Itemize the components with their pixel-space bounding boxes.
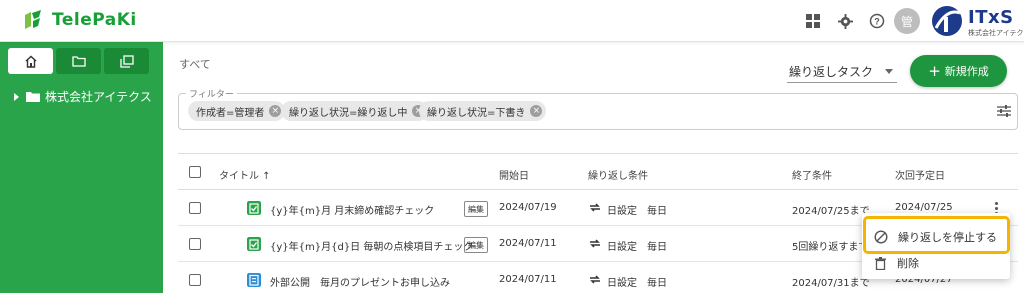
close-icon[interactable]: × (530, 105, 543, 117)
task-title[interactable]: {y}年{m}月{d}日 毎朝の点検項目チェック (270, 238, 473, 253)
tab-folders[interactable] (104, 48, 149, 74)
start-date: 2024/07/11 (499, 274, 557, 285)
app-name: TelePaKi (52, 10, 137, 30)
checklist-icon (247, 237, 261, 251)
row-checkbox[interactable] (189, 274, 201, 286)
help-icon[interactable]: ? (867, 11, 887, 31)
trash-icon (875, 256, 886, 270)
filter-legend: フィルター (186, 87, 237, 100)
filter-chip-label: 繰り返し状況=下書き (427, 107, 526, 119)
chevron-right-icon[interactable] (14, 92, 19, 101)
filter-chip[interactable]: 作成者=管理者 × (188, 101, 286, 121)
folders-icon (119, 54, 134, 68)
menu-item-label: 削除 (897, 257, 919, 270)
new-task-button[interactable]: + 新規作成 (910, 55, 1007, 87)
tree-item-label: 株式会社アイテクス (45, 90, 152, 104)
column-end[interactable]: 終了条件 (792, 167, 832, 182)
filter-chip[interactable]: 繰り返し状況=下書き × (419, 101, 547, 121)
brand-name: ITxS (968, 7, 1014, 28)
folder-icon (26, 92, 40, 102)
tab-home[interactable] (8, 48, 53, 74)
tab-folder[interactable] (56, 48, 101, 74)
task-type-value: 繰り返しタスク (789, 65, 874, 79)
highlight-box (863, 216, 1010, 254)
company-logo: ITxS 株式会社アイテクス (930, 4, 1024, 40)
column-repeat[interactable]: 繰り返し条件 (588, 167, 648, 182)
repeat-condition: 日設定 毎日 (607, 278, 667, 289)
task-type-select[interactable]: 繰り返しタスク (787, 61, 897, 83)
grid-icon[interactable] (803, 11, 823, 31)
breadcrumb[interactable]: すべて (179, 56, 211, 72)
end-condition: 2024/07/25まで (792, 206, 870, 217)
form-icon (247, 273, 261, 287)
sidebar: 株式会社アイテクス (0, 42, 163, 293)
column-start[interactable]: 開始日 (499, 167, 529, 182)
filter-chip-label: 繰り返し状況=繰り返し中 (289, 107, 408, 119)
folder-icon (71, 56, 86, 67)
tune-icon[interactable] (997, 104, 1011, 118)
menu-item-delete[interactable]: 削除 (862, 251, 1010, 275)
repeat-condition: 日設定 毎日 (607, 242, 667, 253)
next-date: 2024/07/25 (895, 202, 953, 213)
edit-button[interactable]: 編集 (464, 201, 488, 217)
repeat-icon (590, 275, 600, 284)
telepaki-logo-icon (25, 10, 41, 29)
app-logo[interactable]: TelePaKi (22, 9, 137, 31)
repeat-icon (590, 203, 600, 212)
end-condition: 2024/07/31まで (792, 278, 870, 289)
filter-chip-label: 作成者=管理者 (196, 107, 265, 119)
checklist-icon (247, 201, 261, 215)
column-next[interactable]: 次回予定日 (895, 167, 945, 182)
task-title[interactable]: {y}年{m}月 月末締め確認チェック (270, 202, 434, 217)
chevron-down-icon (885, 69, 893, 74)
itxs-logo-icon (932, 6, 962, 36)
repeat-icon (590, 239, 600, 248)
repeat-condition: 日設定 毎日 (607, 206, 667, 217)
user-avatar[interactable]: 管 (894, 8, 920, 34)
brand-subtitle: 株式会社アイテクス (968, 29, 1024, 37)
table-header: タイトル ↑ 開始日 繰り返し条件 終了条件 次回予定日 (178, 153, 1018, 190)
row-checkbox[interactable] (189, 238, 201, 250)
row-checkbox[interactable] (189, 202, 201, 214)
column-title[interactable]: タイトル ↑ (219, 167, 271, 182)
end-condition: 5回繰り返すまで (792, 242, 869, 253)
start-date: 2024/07/11 (499, 238, 557, 249)
start-date: 2024/07/19 (499, 202, 557, 213)
home-icon (25, 55, 36, 68)
edit-button[interactable]: 編集 (464, 237, 488, 253)
filter-chip[interactable]: 繰り返し状況=繰り返し中 × (281, 101, 429, 121)
app-root: TelePaKi ? 管 ITxS 株式会社アイテクス (0, 0, 1024, 293)
select-all-checkbox[interactable] (189, 166, 201, 178)
sidebar-tabs (8, 48, 149, 74)
top-header: TelePaKi ? 管 ITxS 株式会社アイテクス (0, 0, 1024, 42)
close-icon[interactable]: × (269, 105, 282, 117)
svg-text:?: ? (874, 17, 880, 27)
task-title[interactable]: 外部公開 毎月のプレゼントお申し込み (270, 274, 450, 289)
new-button-label: 新規作成 (944, 65, 989, 78)
gear-icon[interactable] (835, 11, 855, 31)
plus-icon: + (928, 61, 941, 80)
tree-item-company[interactable]: 株式会社アイテクス (14, 88, 152, 105)
